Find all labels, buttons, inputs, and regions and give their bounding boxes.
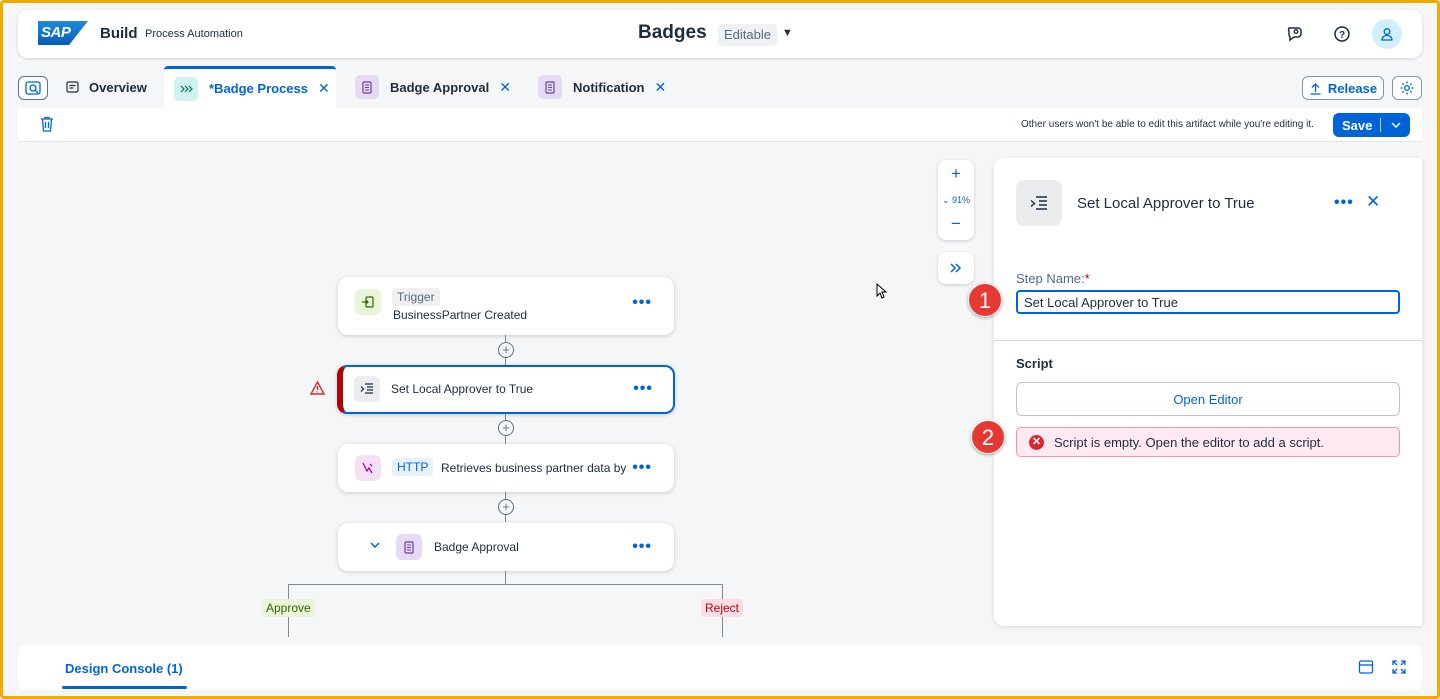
zoom-out-button[interactable]: − (938, 214, 974, 234)
more-icon[interactable]: ••• (632, 538, 652, 556)
add-step-icon[interactable]: + (498, 499, 514, 515)
zoom-controls: + ⌄ 91% − (938, 160, 974, 240)
script-icon (1016, 180, 1062, 226)
approval-node[interactable]: Badge Approval ••• (338, 523, 674, 571)
properties-panel: Set Local Approver to True ••• ✕ Step Na… (994, 158, 1422, 626)
tab-label: Badge Approval (390, 79, 490, 95)
product-name: Build (100, 25, 138, 42)
zoom-in-button[interactable]: + (938, 164, 974, 184)
zoom-level[interactable]: ⌄ 91% (938, 195, 974, 206)
warning-icon[interactable] (309, 380, 326, 400)
http-node-label: Retrieves business partner data by (441, 461, 627, 475)
callout-badge-1: 1 (968, 283, 1002, 317)
more-icon[interactable]: ••• (632, 459, 652, 477)
tab-notification[interactable]: Notification ✕ (538, 66, 688, 108)
approve-branch-label[interactable]: Approve (262, 599, 315, 617)
http-node[interactable]: HTTP Retrieves business partner data by … (338, 444, 674, 492)
tab-label: *Badge Process (209, 81, 308, 96)
release-label: Release (1327, 80, 1378, 96)
trigger-node[interactable]: Trigger BusinessPartner Created ••• (338, 277, 674, 335)
collapse-chevron-icon[interactable] (370, 537, 380, 551)
chevron-down-icon[interactable] (1381, 120, 1410, 131)
tab-label: Notification (573, 79, 645, 95)
step-name-label-text: Step Name: (1016, 271, 1085, 286)
close-icon[interactable]: ✕ (655, 79, 667, 96)
sap-logo[interactable]: SAP (38, 21, 88, 45)
artifact-tab-bar: Overview *Badge Process ✕ Badge Approval… (18, 66, 1422, 108)
trigger-label: BusinessPartner Created (393, 308, 528, 322)
script-error-message: ✕ Script is empty. Open the editor to ad… (1016, 427, 1400, 457)
double-chevron-right-icon (950, 263, 962, 273)
svg-text:?: ? (1339, 30, 1345, 41)
connector-line (505, 571, 506, 585)
process-icon (174, 76, 198, 101)
panel-divider (994, 340, 1422, 341)
close-icon[interactable]: ✕ (1366, 192, 1380, 212)
product-subtitle: Process Automation (145, 28, 243, 40)
tab-design-console[interactable]: Design Console (1) (65, 661, 183, 676)
editor-toolbar: Other users won't be able to edit this a… (18, 108, 1422, 142)
script-node-label: Set Local Approver to True (391, 382, 534, 396)
dock-panel-icon[interactable] (1358, 659, 1376, 677)
trigger-tag: Trigger (392, 288, 440, 306)
delete-icon[interactable] (40, 116, 54, 137)
search-icon (25, 81, 41, 95)
lock-message: Other users won't be able to edit this a… (1021, 119, 1314, 130)
shell-bar: SAP Build Process Automation Badges Edit… (18, 10, 1422, 58)
form-icon (355, 75, 379, 99)
open-editor-button[interactable]: Open Editor (1016, 382, 1400, 416)
reject-branch-label[interactable]: Reject (701, 599, 744, 617)
script-icon (354, 376, 380, 402)
mouse-cursor (876, 283, 888, 299)
error-icon: ✕ (1029, 434, 1044, 450)
save-button[interactable]: Save (1333, 113, 1410, 137)
fullscreen-icon[interactable] (1391, 659, 1409, 677)
help-icon[interactable]: ? (1330, 22, 1354, 46)
tab-badge-process[interactable]: *Badge Process ✕ (164, 66, 336, 108)
error-text: Script is empty. Open the editor to add … (1054, 434, 1324, 450)
tab-badge-approval[interactable]: Badge Approval ✕ (355, 66, 525, 108)
trigger-icon (355, 289, 381, 315)
add-step-icon[interactable]: + (498, 342, 514, 358)
approval-node-label: Badge Approval (434, 540, 519, 554)
more-icon[interactable]: ••• (1334, 194, 1354, 212)
search-artifacts-button[interactable] (18, 76, 48, 100)
release-button[interactable]: Release (1302, 76, 1384, 100)
more-icon[interactable]: ••• (633, 380, 653, 398)
script-node[interactable]: Set Local Approver to True ••• (337, 365, 675, 414)
project-title: Badges (638, 22, 707, 43)
zoom-level-text: 91% (952, 195, 971, 205)
caret-down-icon[interactable]: ▼ (782, 27, 793, 39)
branch-line (288, 584, 723, 585)
step-name-label: Step Name:* (1016, 271, 1090, 286)
user-avatar[interactable] (1372, 19, 1402, 49)
tab-label: Overview (89, 79, 147, 95)
add-step-icon[interactable]: + (498, 420, 514, 436)
save-label: Save (1342, 117, 1373, 133)
required-mark: * (1084, 271, 1090, 286)
callout-badge-2: 2 (971, 420, 1005, 454)
gear-icon (1400, 81, 1414, 95)
panel-title: Set Local Approver to True (1077, 195, 1255, 212)
close-icon[interactable]: ✕ (318, 80, 330, 97)
script-section-heading: Script (1016, 356, 1053, 371)
close-icon[interactable]: ✕ (499, 79, 511, 96)
design-console: Design Console (1) (18, 645, 1422, 690)
active-tab-indicator (62, 686, 187, 689)
upload-icon (1310, 82, 1321, 95)
feedback-icon[interactable] (1283, 22, 1307, 46)
http-tag: HTTP (392, 458, 434, 476)
overview-icon (66, 81, 79, 93)
expand-panel-button[interactable] (938, 252, 974, 284)
step-name-input[interactable] (1016, 290, 1400, 314)
settings-button[interactable] (1392, 76, 1422, 100)
http-icon (355, 455, 381, 481)
form-icon (538, 75, 562, 99)
form-icon (396, 534, 422, 560)
more-icon[interactable]: ••• (632, 294, 652, 312)
mode-badge[interactable]: Editable (718, 24, 777, 46)
